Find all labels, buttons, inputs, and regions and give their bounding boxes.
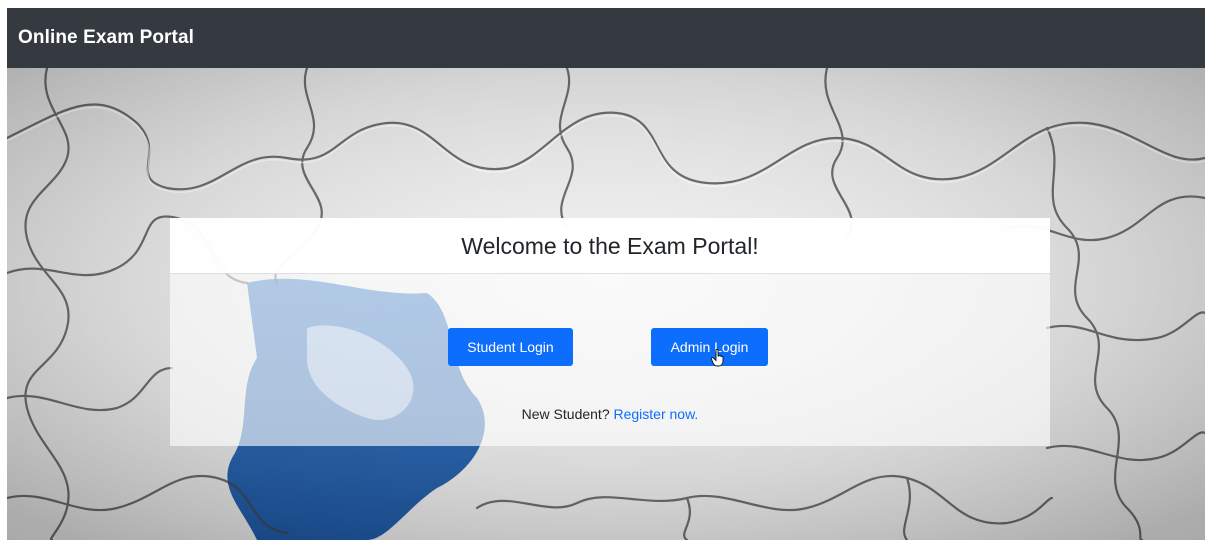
- admin-login-button[interactable]: Admin Login: [651, 328, 768, 366]
- browser-viewport: Online Exam Portal Welcome to the Exam P…: [7, 8, 1205, 540]
- top-navbar: Online Exam Portal: [7, 8, 1205, 68]
- hand-pointer-icon: [711, 349, 724, 367]
- register-prompt-text: New Student?: [521, 406, 610, 422]
- card-title: Welcome to the Exam Portal!: [461, 233, 759, 259]
- welcome-card: Welcome to the Exam Portal! Student Logi…: [170, 218, 1050, 446]
- student-login-button[interactable]: Student Login: [448, 328, 573, 366]
- card-header: Welcome to the Exam Portal!: [170, 218, 1050, 274]
- register-prompt-line: New Student? Register now.: [170, 406, 1050, 422]
- navbar-brand[interactable]: Online Exam Portal: [18, 27, 194, 49]
- register-now-link[interactable]: Register now.: [614, 406, 699, 422]
